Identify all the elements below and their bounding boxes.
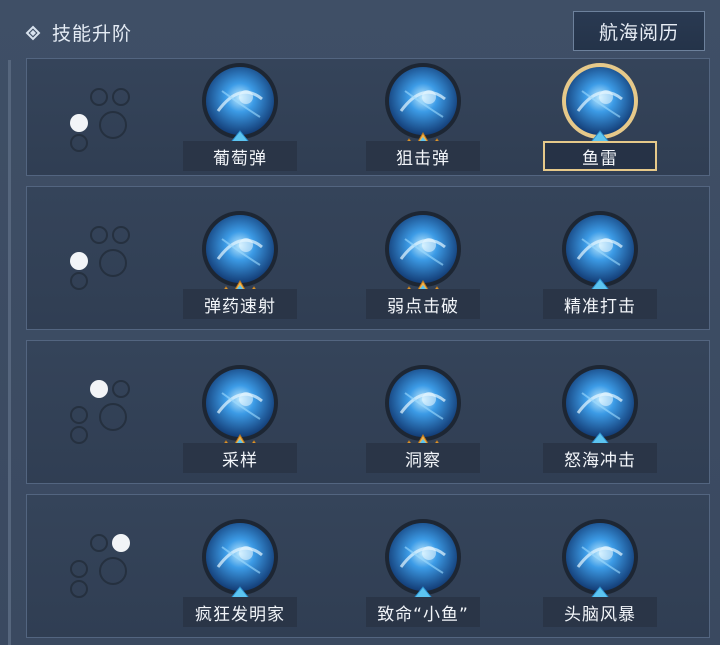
skill-label: 弱点击破: [366, 289, 480, 319]
skill-slot[interactable]: 狙击弹: [366, 61, 480, 171]
skill-slot[interactable]: 葡萄弹: [183, 61, 297, 171]
skill-label: 怒海冲击: [543, 443, 657, 473]
back-diamond-icon[interactable]: [24, 24, 42, 42]
skill-tier-row: 采样 洞察 怒海冲击: [26, 340, 710, 484]
skill-label: 头脑风暴: [543, 597, 657, 627]
skill-slot[interactable]: 头脑风暴: [543, 517, 657, 627]
skill-slot[interactable]: 怒海冲击: [543, 363, 657, 473]
skill-label: 疯狂发明家: [183, 597, 297, 627]
left-rail-divider: [8, 60, 11, 645]
header: 技能升阶 航海阅历: [0, 0, 720, 62]
skill-slot[interactable]: 洞察: [366, 363, 480, 473]
tier-progress-dots: [65, 369, 145, 449]
skill-tier-row: 葡萄弹 狙击弹 鱼雷: [26, 58, 710, 176]
tier-progress-dots: [65, 77, 145, 157]
skill-slot[interactable]: 鱼雷: [543, 61, 657, 171]
skill-label: 采样: [183, 443, 297, 473]
skill-slot[interactable]: 采样: [183, 363, 297, 473]
skill-label: 精准打击: [543, 289, 657, 319]
skill-slot[interactable]: 弹药速射: [183, 209, 297, 319]
skill-slot[interactable]: 弱点击破: [366, 209, 480, 319]
tier-progress-dots: [65, 215, 145, 295]
skill-slot[interactable]: 精准打击: [543, 209, 657, 319]
skill-slot[interactable]: 疯狂发明家: [183, 517, 297, 627]
skill-tier-row: 疯狂发明家 致命“小鱼” 头脑风暴: [26, 494, 710, 638]
skill-label: 狙击弹: [366, 141, 480, 171]
skill-label: 致命“小鱼”: [366, 597, 480, 627]
page-title: 技能升阶: [52, 23, 133, 45]
skill-label: 葡萄弹: [183, 141, 297, 171]
skill-label: 弹药速射: [183, 289, 297, 319]
skill-label: 洞察: [366, 443, 480, 473]
skill-tier-row: 弹药速射 弱点击破 精准打击: [26, 186, 710, 330]
tier-progress-dots: [65, 523, 145, 603]
skill-slot[interactable]: 致命“小鱼”: [366, 517, 480, 627]
voyage-experience-button[interactable]: 航海阅历: [573, 11, 705, 51]
skill-label: 鱼雷: [543, 141, 657, 171]
